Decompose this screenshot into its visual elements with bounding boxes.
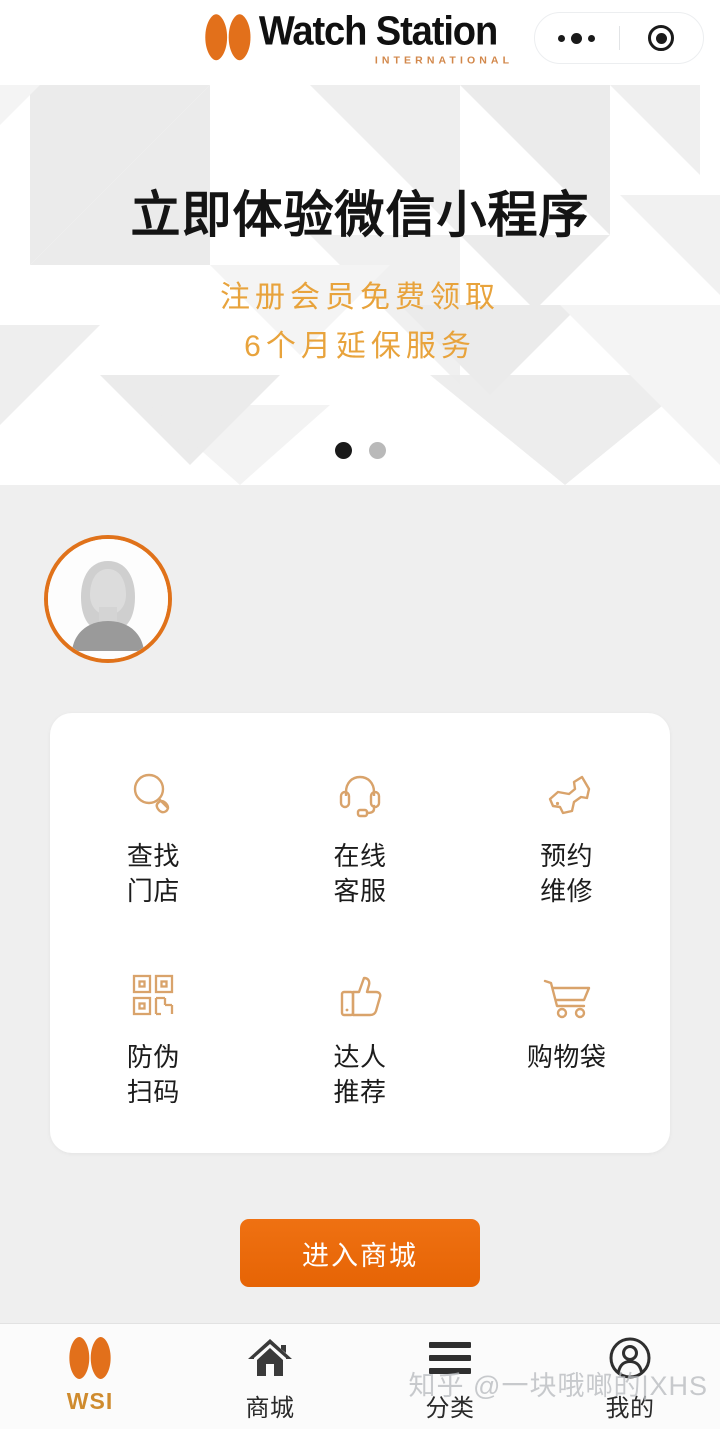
shopping-cart-icon [540, 966, 594, 1024]
avatar[interactable] [44, 535, 172, 663]
quick-action-label: 在线 客服 [334, 839, 387, 908]
banner-subtitle-line-1: 注册会员免费领取 [220, 280, 500, 314]
tab-label: 我的 [605, 1395, 655, 1422]
brand-tagline: INTERNATIONAL [374, 53, 514, 66]
quick-action-label: 查找 门店 [127, 839, 180, 908]
label-line-1: 预约 [540, 841, 594, 871]
mini-program-screen: Watch Station INTERNATIONAL 立即体验微信小程序 注册… [0, 0, 720, 1429]
brand-logo-text: Watch Station INTERNATIONAL [258, 6, 515, 66]
bottom-tab-bar: WSI 商城 分类 我的 [0, 1323, 720, 1429]
close-miniprogram-button[interactable] [620, 13, 704, 63]
label-line-1: 查找 [126, 841, 180, 871]
ellipsis-icon [558, 32, 596, 44]
quick-action-book-repair[interactable]: 预约 维修 [463, 765, 670, 908]
carousel-dot-2[interactable] [368, 442, 386, 459]
label-line-2: 推荐 [333, 1076, 387, 1107]
label-line-1: 购物袋 [526, 1042, 607, 1073]
watch-station-petals-logo-icon [205, 14, 251, 61]
label-line-2: 客服 [333, 875, 387, 906]
page-body: 查找 门店 在线 客服 预约 维修 防伪 扫码 达人 推荐 购物袋 进入商城 [0, 485, 720, 1323]
qr-code-icon [127, 966, 179, 1024]
hamburger-menu-icon [427, 1336, 473, 1380]
user-circle-icon [608, 1336, 652, 1380]
magnifier-icon [127, 765, 179, 823]
quick-action-label: 防伪 扫码 [127, 1040, 180, 1109]
headset-icon [334, 765, 386, 823]
default-user-avatar-icon [48, 539, 168, 659]
quick-action-label: 购物袋 [527, 1040, 607, 1075]
quick-action-online-service[interactable]: 在线 客服 [257, 765, 464, 908]
quick-action-scan-authenticity[interactable]: 防伪 扫码 [50, 966, 257, 1109]
brand-logo: Watch Station INTERNATIONAL [205, 6, 515, 66]
more-menu-button[interactable] [535, 13, 619, 63]
quick-action-shopping-bag[interactable]: 购物袋 [463, 966, 670, 1109]
banner-subtitle: 注册会员免费领取 6个月延保服务 [0, 273, 720, 372]
brand-name: Watch Station [258, 6, 498, 53]
label-line-2: 扫码 [126, 1076, 180, 1107]
hero-carousel[interactable]: 立即体验微信小程序 注册会员免费领取 6个月延保服务 [0, 75, 720, 485]
quick-action-influencer-picks[interactable]: 达人 推荐 [257, 966, 464, 1109]
label-line-2: 维修 [540, 875, 594, 906]
tab-label: WSI [66, 1388, 114, 1414]
quick-action-find-store[interactable]: 查找 门店 [50, 765, 257, 908]
label-line-1: 防伪 [126, 1042, 180, 1073]
label-line-2: 门店 [126, 875, 180, 906]
profile-row [0, 485, 720, 663]
quick-actions-card: 查找 门店 在线 客服 预约 维修 防伪 扫码 达人 推荐 购物袋 [50, 713, 670, 1154]
label-line-1: 达人 [333, 1042, 387, 1073]
enter-mall-button[interactable]: 进入商城 [240, 1219, 480, 1288]
watch-station-petals-icon [69, 1336, 111, 1380]
carousel-dot-1[interactable] [334, 442, 352, 459]
label-line-1: 在线 [333, 841, 387, 871]
tab-mall[interactable]: 商城 [180, 1336, 360, 1423]
app-header: Watch Station INTERNATIONAL [0, 0, 720, 75]
banner-title: 立即体验微信小程序 [130, 187, 590, 243]
tab-category[interactable]: 分类 [360, 1336, 540, 1423]
tab-wsi[interactable]: WSI [0, 1336, 180, 1415]
banner-subtitle-line-2: 6个月延保服务 [244, 330, 476, 363]
wrench-icon [541, 765, 593, 823]
quick-action-label: 达人 推荐 [334, 1040, 387, 1109]
quick-actions-row-1: 查找 门店 在线 客服 预约 维修 [50, 765, 670, 908]
wechat-capsule-bar[interactable] [534, 12, 704, 64]
home-icon [247, 1336, 293, 1380]
banner-copy: 立即体验微信小程序 注册会员免费领取 6个月延保服务 [0, 187, 720, 372]
carousel-indicator[interactable] [0, 442, 720, 459]
quick-actions-row-2: 防伪 扫码 达人 推荐 购物袋 [50, 966, 670, 1109]
tab-label: 分类 [425, 1395, 475, 1422]
cta-row: 进入商城 [0, 1219, 720, 1288]
tab-label: 商城 [245, 1395, 295, 1422]
target-circle-icon [648, 25, 675, 51]
tab-profile[interactable]: 我的 [540, 1336, 720, 1423]
thumbs-up-icon [334, 966, 386, 1024]
quick-action-label: 预约 维修 [540, 839, 593, 908]
